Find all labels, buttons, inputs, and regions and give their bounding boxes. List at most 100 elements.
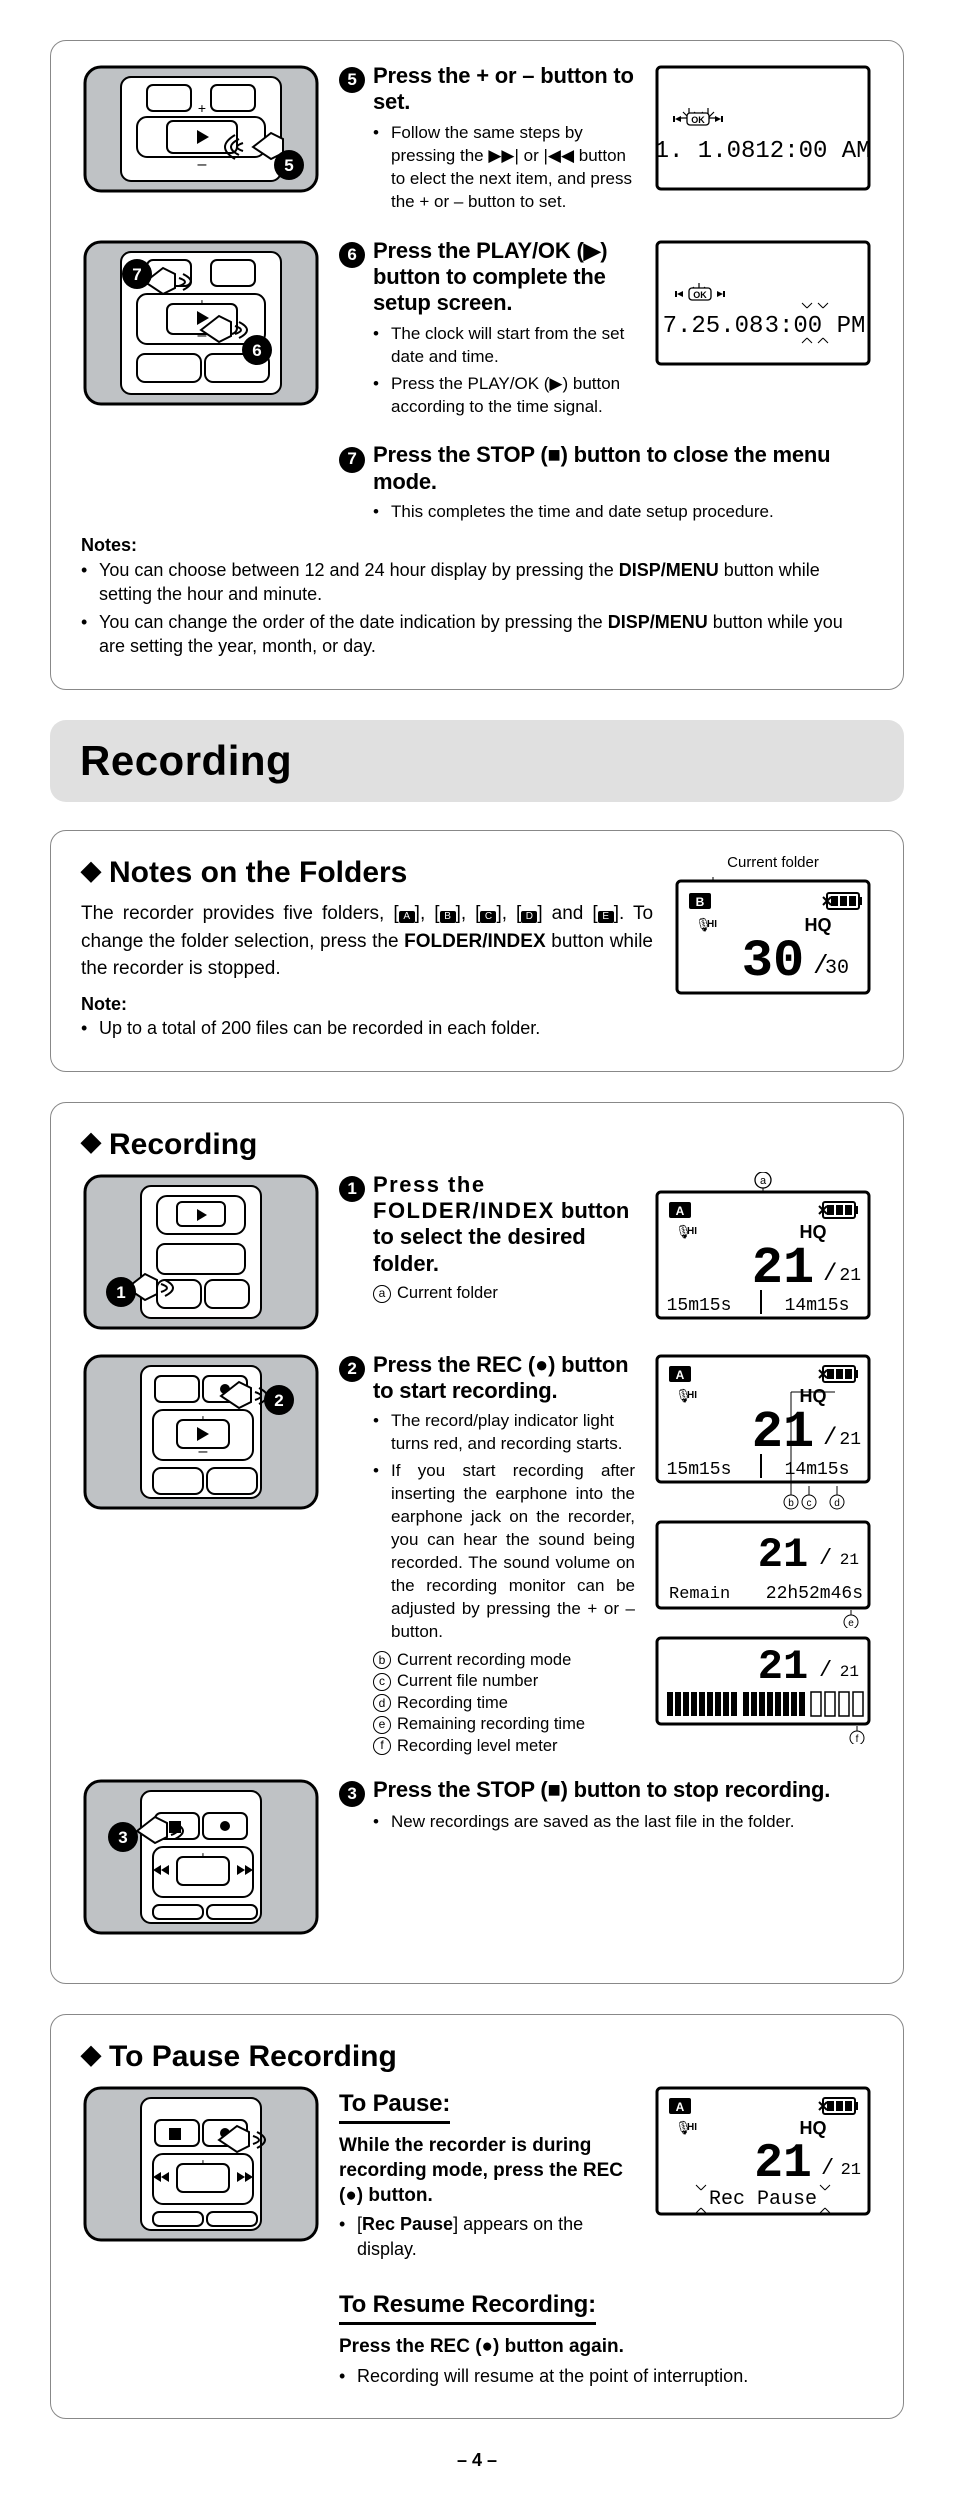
svg-text:30: 30 bbox=[825, 957, 849, 980]
svg-text:d: d bbox=[834, 1498, 840, 1509]
step-number-6: 6 bbox=[339, 242, 365, 268]
svg-text:/: / bbox=[823, 1261, 837, 1288]
folders-heading: Notes on the Folders bbox=[81, 853, 653, 892]
svg-text:21: 21 bbox=[839, 1430, 861, 1450]
svg-text:3:00 PM: 3:00 PM bbox=[765, 313, 866, 340]
step5-title: 5 Press the + or – button to set. bbox=[339, 63, 635, 116]
section-heading-recording: Recording bbox=[50, 720, 904, 803]
page-footer: – 4 – bbox=[50, 2449, 904, 2472]
svg-text:OK: OK bbox=[693, 290, 707, 300]
svg-text:HQ: HQ bbox=[805, 915, 832, 935]
step-5: + – 5 5 Press the + o bbox=[81, 63, 873, 218]
lcd5-date: 1. 1.08 bbox=[655, 138, 756, 165]
rec-step-number-2: 2 bbox=[339, 1356, 365, 1382]
svg-text:21: 21 bbox=[752, 1403, 814, 1462]
svg-text:21: 21 bbox=[840, 1551, 859, 1569]
svg-text:HI: HI bbox=[687, 1390, 697, 1401]
lcd-pause: A 🎙HI HQ 21 / 21 Rec Pause bbox=[653, 2084, 873, 2224]
step-6: + – 7 bbox=[81, 238, 873, 423]
svg-text:f: f bbox=[856, 1734, 859, 1744]
svg-text:/: / bbox=[819, 1546, 832, 1571]
svg-text:21: 21 bbox=[758, 1643, 808, 1691]
svg-text:Rec Pause: Rec Pause bbox=[709, 2188, 817, 2211]
pause-lead: While the recorder is during recording m… bbox=[339, 2134, 635, 2208]
step7-bullets: This completes the time and date setup p… bbox=[339, 501, 873, 524]
svg-text:12:00 AM: 12:00 AM bbox=[755, 138, 870, 165]
lcd-folders: B 🎙HI HQ 30 / 30 bbox=[673, 877, 873, 997]
step-7: 7 Press the STOP (■) button to close the… bbox=[339, 442, 873, 524]
svg-text:–: – bbox=[198, 156, 207, 173]
svg-text:7.25.08: 7.25.08 bbox=[663, 313, 764, 340]
svg-text:HI: HI bbox=[707, 919, 717, 930]
svg-text:HQ: HQ bbox=[800, 2118, 827, 2138]
lcd-rec2-stack: A 🎙HI HQ 21 / 21 15m15s 14m15s bbox=[653, 1352, 873, 1744]
to-resume-heading: To Resume Recording: bbox=[339, 2289, 596, 2325]
folders-intro: The recorder provides five folders, [A],… bbox=[81, 900, 653, 983]
step-number-5: 5 bbox=[339, 67, 365, 93]
rec-step1-annot: aCurrent folder bbox=[339, 1283, 635, 1304]
svg-text:21: 21 bbox=[839, 1266, 861, 1286]
svg-text:/: / bbox=[821, 2156, 834, 2181]
rec-step-3: + 3 3 Press the STOP (■) bbox=[81, 1777, 873, 1937]
setup-notes: You can choose between 12 and 24 hour di… bbox=[81, 558, 873, 659]
svg-text:+: + bbox=[198, 100, 206, 116]
rec-step2-bullets: The record/play indicator light turns re… bbox=[339, 1410, 635, 1643]
step6-bullets: The clock will start from the set date a… bbox=[339, 323, 635, 419]
svg-text:2: 2 bbox=[274, 1391, 283, 1410]
svg-text:HI: HI bbox=[687, 1226, 697, 1237]
folders-box: Notes on the Folders The recorder provid… bbox=[50, 830, 904, 1071]
svg-text:21: 21 bbox=[752, 1239, 814, 1298]
svg-text:5: 5 bbox=[284, 156, 293, 175]
svg-text:Remain: Remain bbox=[669, 1585, 730, 1604]
svg-text:/: / bbox=[819, 1658, 832, 1683]
device-pause: + bbox=[81, 2084, 321, 2244]
rec-step2-title: 2 Press the REC (●) button to start reco… bbox=[339, 1352, 635, 1405]
rec-step2-annot: bCurrent recording mode cCurrent file nu… bbox=[339, 1650, 635, 1757]
step5-bullets: Follow the same steps by pressing the ▶▶… bbox=[339, 122, 635, 214]
resume-bullet: Recording will resume at the point of in… bbox=[339, 2364, 873, 2388]
device-rec2: + – 2 bbox=[81, 1352, 321, 1512]
device-illus-5: + – 5 bbox=[81, 63, 321, 195]
svg-text:1: 1 bbox=[116, 1283, 125, 1302]
rec-step-number-3: 3 bbox=[339, 1781, 365, 1807]
device-rec3: + 3 bbox=[81, 1777, 321, 1937]
svg-text:c: c bbox=[807, 1498, 812, 1509]
recording-heading: Recording bbox=[81, 1125, 873, 1164]
svg-text:21: 21 bbox=[758, 1531, 808, 1579]
svg-text:21: 21 bbox=[840, 1663, 859, 1681]
svg-text:e: e bbox=[848, 1618, 854, 1628]
resume-lead: Press the REC (●) button again. bbox=[339, 2335, 873, 2360]
device-illus-6-7: + – 7 bbox=[81, 238, 321, 408]
to-pause-heading: To Pause: bbox=[339, 2088, 450, 2124]
rec-step-1: 1 1 Press the FOLDER/INDEX button to sel… bbox=[81, 1172, 873, 1332]
svg-text:21: 21 bbox=[841, 2161, 861, 2180]
device-rec1: 1 bbox=[81, 1172, 321, 1332]
svg-text:HI: HI bbox=[687, 2122, 697, 2133]
notes-heading: Notes: bbox=[81, 534, 873, 557]
step6-title: 6 Press the PLAY/OK (▶) button to comple… bbox=[339, 238, 635, 317]
svg-text:21: 21 bbox=[754, 2137, 812, 2191]
rec-step3-bullets: New recordings are saved as the last fil… bbox=[339, 1811, 873, 1834]
lcd-rec1: a A 🎙HI HQ 21 / 21 15m15s 14m15 bbox=[653, 1172, 873, 1322]
svg-text:30: 30 bbox=[742, 932, 804, 991]
current-folder-label: Current folder bbox=[673, 853, 873, 873]
folder-note-label: Note: bbox=[81, 993, 653, 1016]
svg-text:B: B bbox=[696, 895, 705, 909]
rec-step-2: + – 2 2 Press the REC (●) bbox=[81, 1352, 873, 1757]
svg-text:6: 6 bbox=[252, 341, 261, 360]
pause-row: + To Pause: While the recorder is during… bbox=[81, 2084, 873, 2265]
rec-step-number-1: 1 bbox=[339, 1176, 365, 1202]
step-number-7: 7 bbox=[339, 447, 365, 473]
svg-text:OK: OK bbox=[691, 115, 705, 125]
pause-box: To Pause Recording + bbox=[50, 2014, 904, 2419]
svg-text:22h52m46s: 22h52m46s bbox=[766, 1584, 863, 1604]
svg-text:15m15s: 15m15s bbox=[667, 1460, 732, 1480]
svg-text:A: A bbox=[676, 1368, 685, 1382]
lcd-5: OK 1. 1.08 12:00 AM bbox=[653, 63, 873, 193]
pause-bullet: [Rec Pause] appears on the display. bbox=[339, 2212, 635, 2261]
svg-text:7: 7 bbox=[132, 265, 141, 284]
svg-text:A: A bbox=[676, 1204, 685, 1218]
setup-box: + – 5 5 Press the + o bbox=[50, 40, 904, 690]
rec-step1-title: 1 Press the FOLDER/INDEX button to selec… bbox=[339, 1172, 635, 1278]
lcd-6: OK 7.25.08 3:00 PM bbox=[653, 238, 873, 368]
